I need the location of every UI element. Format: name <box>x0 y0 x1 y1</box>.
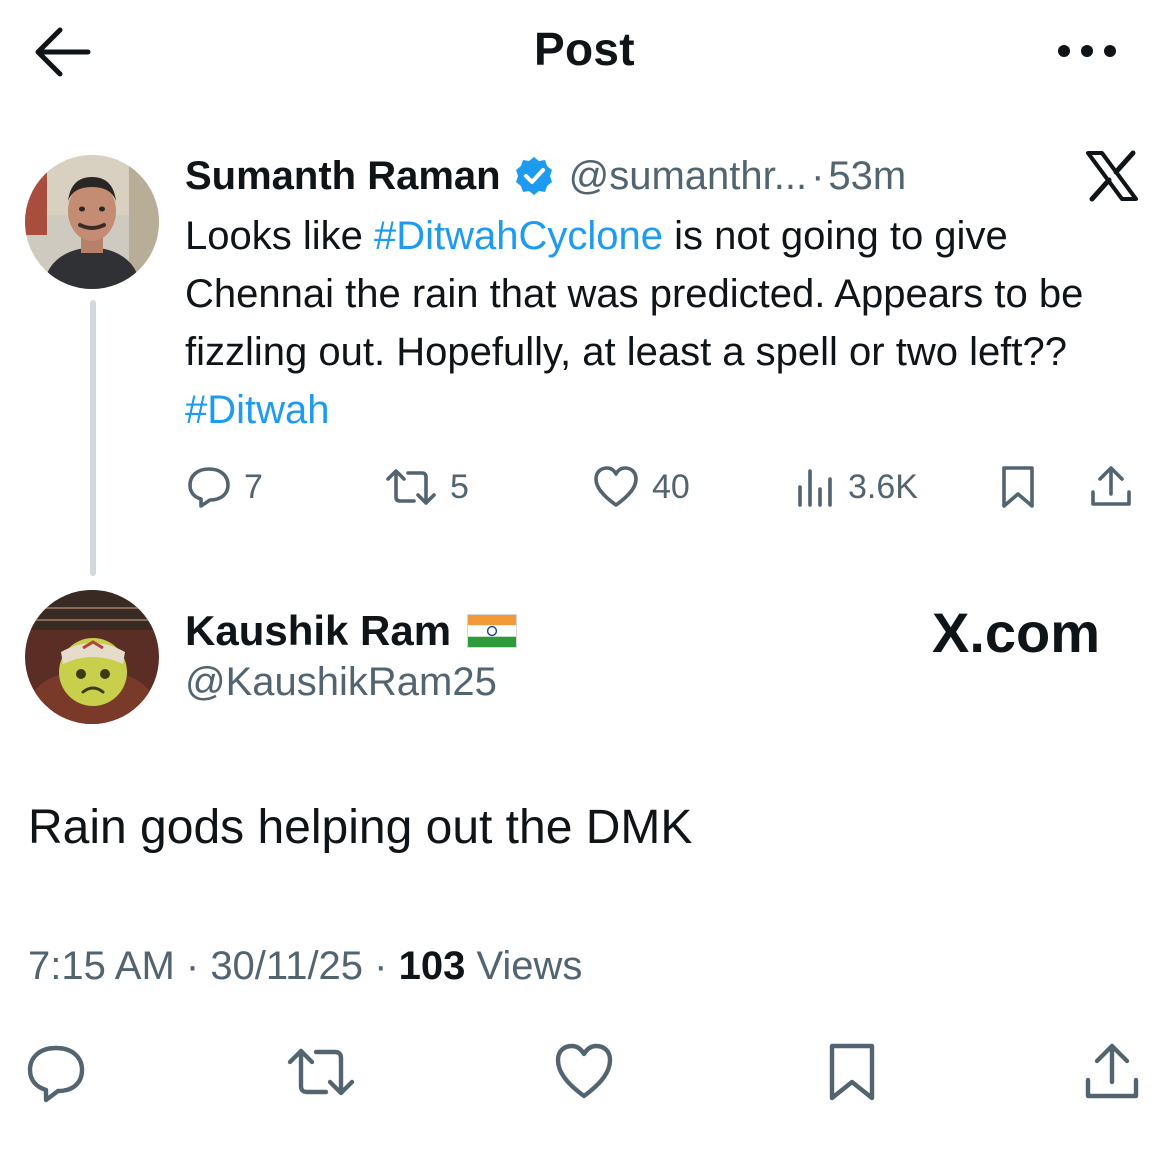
views-count: 103 <box>398 944 466 988</box>
quoted-tweet-header: Sumanth Raman @sumanthr... · 53m <box>185 148 906 204</box>
views-label: Views <box>465 944 583 988</box>
bookmark-button[interactable] <box>820 1040 884 1104</box>
like-button[interactable] <box>552 1040 616 1104</box>
views-count: 3.6K <box>848 467 918 506</box>
avatar-kaushik[interactable] <box>25 590 159 724</box>
author-name[interactable]: Kaushik Ram <box>185 607 451 655</box>
repost-icon <box>287 1048 355 1096</box>
author-name[interactable]: Sumanth Raman <box>185 154 501 199</box>
bookmark-action[interactable] <box>1000 462 1036 512</box>
bookmark-icon <box>829 1043 875 1101</box>
heart-icon <box>594 466 638 507</box>
reply-tweet-text: Rain gods helping out the DMK <box>28 801 693 854</box>
share-action[interactable] <box>1088 462 1134 512</box>
author-handle[interactable]: @sumanthr... <box>569 154 807 199</box>
post-timestamp[interactable]: 7:15 AM <box>28 944 175 988</box>
quoted-tweet-text: Looks like #DitwahCyclone is not going t… <box>185 207 1145 439</box>
reply-count: 7 <box>244 467 263 506</box>
reply-action[interactable]: 7 <box>186 462 263 512</box>
post-meta: 7:15 AM · 30/11/25 · 103 Views <box>28 944 582 989</box>
post-time[interactable]: 53m <box>828 154 906 199</box>
more-options-button[interactable] <box>1052 36 1122 66</box>
heart-icon <box>555 1043 613 1099</box>
bookmark-icon <box>1002 466 1034 508</box>
x-logo-icon <box>1084 150 1140 202</box>
repost-count: 5 <box>450 467 469 506</box>
india-flag-icon <box>467 614 518 648</box>
hashtag-link[interactable]: #Ditwah <box>185 388 330 432</box>
repost-icon <box>386 469 436 505</box>
reply-icon <box>188 467 230 508</box>
share-icon <box>1091 466 1131 506</box>
body-text: Looks like <box>185 214 374 258</box>
analytics-icon <box>798 469 832 507</box>
repost-action[interactable]: 5 <box>384 462 469 512</box>
x-com-watermark: X.com <box>932 601 1101 664</box>
page-title: Post <box>534 23 635 75</box>
separator-dot: · <box>363 944 399 988</box>
hashtag-link[interactable]: #DitwahCyclone <box>374 214 663 258</box>
reply-button[interactable] <box>24 1040 88 1104</box>
avatar-sumanth[interactable] <box>25 155 159 289</box>
author-handle[interactable]: @KaushikRam25 <box>185 660 497 705</box>
separator-dot: · <box>811 153 825 198</box>
repost-button[interactable] <box>284 1040 358 1104</box>
thread-connector <box>90 300 96 576</box>
like-action[interactable]: 40 <box>592 462 690 512</box>
post-date[interactable]: 30/11/25 <box>210 944 363 988</box>
share-icon <box>1085 1043 1139 1099</box>
reply-icon <box>27 1045 85 1103</box>
verified-badge-icon <box>515 157 552 195</box>
share-button[interactable] <box>1080 1040 1144 1104</box>
reply-tweet-header: Kaushik Ram <box>185 603 518 659</box>
like-count: 40 <box>652 467 690 506</box>
views-action[interactable]: 3.6K <box>796 462 918 512</box>
more-dots-icon <box>1058 45 1116 57</box>
separator-dot: · <box>174 944 211 988</box>
